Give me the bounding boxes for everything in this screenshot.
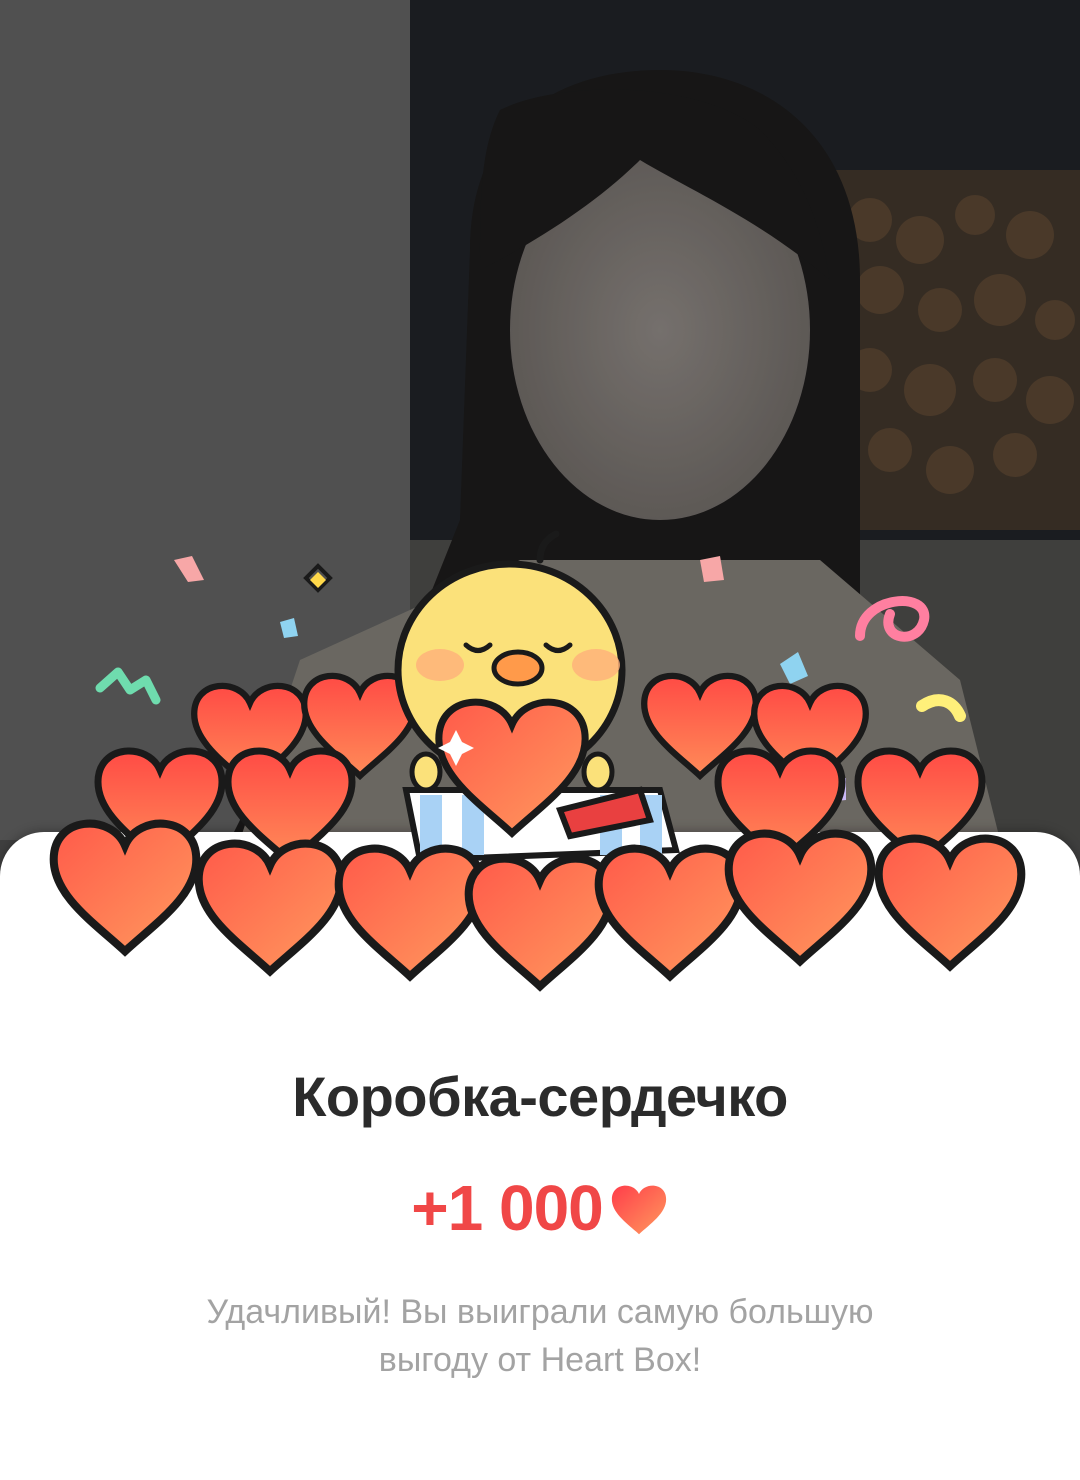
heart-icon [611,1185,666,1235]
reward-amount-row: +1 000 [0,1168,1080,1248]
reward-amount: +1 000 [411,1172,604,1244]
reward-title: Коробка-сердечко [292,1065,788,1128]
heart-box-illustration [0,530,1080,1020]
reward-message: Удачливый! Вы выиграли самую большую выг… [206,1293,874,1379]
